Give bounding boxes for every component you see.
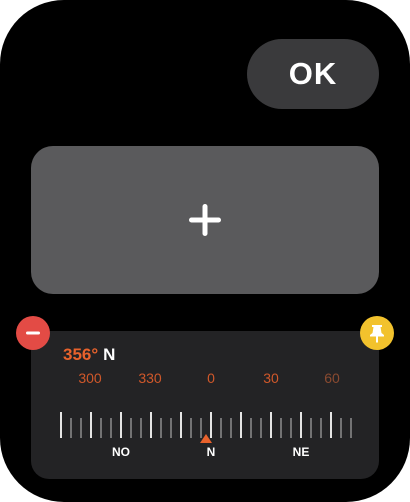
cardinal-label: NE [292, 445, 310, 459]
heading-indicator-icon [200, 434, 212, 443]
scale-label: 60 [324, 370, 340, 386]
remove-widget-button[interactable] [16, 316, 50, 350]
minus-icon [26, 331, 40, 335]
plus-icon [189, 204, 221, 236]
watch-screen: OK 356° N 300 330 0 30 60 NO N NE [0, 0, 410, 502]
scale-label: 30 [263, 370, 279, 386]
cardinal-label: NO [112, 445, 130, 459]
scale-label: 0 [207, 370, 215, 386]
scale-label: 300 [78, 370, 102, 386]
compass-heading: 356° N [63, 345, 115, 365]
pin-widget-button[interactable] [360, 316, 394, 350]
ok-button[interactable]: OK [247, 39, 379, 109]
heading-direction: N [103, 345, 116, 364]
add-widget-tile[interactable] [31, 146, 379, 294]
heading-degrees: 356° [63, 345, 99, 364]
compass-tick-scale [60, 412, 352, 438]
cardinal-label: N [206, 445, 216, 459]
pin-icon [370, 325, 384, 343]
scale-label: 330 [138, 370, 162, 386]
